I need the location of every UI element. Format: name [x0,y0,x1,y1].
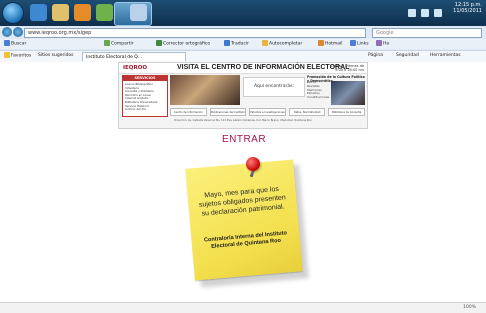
toolbar-autofill[interactable]: Autocompletar [262,40,302,49]
toolbar-mail[interactable]: Hotmail [318,40,343,49]
clock-date: 11/05/2011 [453,8,482,14]
network-icon[interactable] [408,9,416,17]
reading-room-photo [331,81,365,105]
service-item: Archivo del día [125,107,146,112]
sticky-note: Mayo, mes para que los sujetos obligados… [185,159,303,281]
toolbar-more[interactable]: Ha [376,40,389,49]
services-title: SERVICIOS [123,76,167,81]
banner-link[interactable]: Centro de Información [170,108,207,116]
media-taskbar-icon[interactable] [74,4,91,21]
toolbar-spell[interactable]: Corrector ortográfico [156,40,210,49]
ie-taskbar-icon[interactable] [30,4,47,21]
note-organization: Contraloría Interna del Instituto Electo… [203,230,288,251]
note-message: Mayo, mes para que los sujetos obligados… [198,185,287,218]
volume-icon[interactable] [421,9,429,17]
star-icon [4,52,10,58]
toolbar-share[interactable]: Compartir [104,40,134,49]
window-taskbar-icon[interactable] [130,4,147,21]
links-icon [350,40,356,46]
browser-chrome: www.ieqroo.org.mx/sigep Google Buscar Co… [0,26,486,63]
address-row: www.ieqroo.org.mx/sigep Google [0,27,486,38]
found-label: Aquí encontrarás: [243,77,305,97]
enter-link[interactable]: ENTRAR [209,134,279,145]
google-icon [4,40,10,46]
banner-link[interactable]: Publicaciones del Instituto [209,108,247,116]
web-page: IEQROO VISITA EL CENTRO DE INFORMACIÓN E… [0,62,486,312]
share-icon [104,40,110,46]
address-bar[interactable]: www.ieqroo.org.mx/sigep [24,28,366,38]
tab-title: Instituto Electoral de Q... [86,55,143,60]
banner-header: IEQROO VISITA EL CENTRO DE INFORMACIÓN E… [119,63,367,74]
more-icon [376,40,382,46]
banner-links: Centro de Información Publicaciones del … [170,108,365,116]
services-box: SERVICIOS Acervo Bibliográfico Videoteca… [122,75,168,117]
favorites-button[interactable]: Favoritos [4,52,31,61]
toolbar-search[interactable]: Buscar [4,40,26,49]
tools-menu[interactable]: Herramientas [430,52,461,60]
spellcheck-icon [156,40,162,46]
banner-footer: Dirección: Av. Calzada Veracruz No. 121 … [174,119,312,122]
safety-menu[interactable]: Seguridad [396,52,419,60]
library-photo [170,75,240,105]
windows-taskbar: 12:15 p.m. 11/05/2011 [0,0,486,26]
flag-icon[interactable] [434,9,442,17]
pushpin-icon [246,157,260,171]
banner-link[interactable]: Estudios e Investigaciones [249,108,286,116]
toolbar: Buscar Compartir Corrector ortográfico T… [0,39,486,49]
explorer-taskbar-icon[interactable] [52,4,69,21]
protect-item: Constituciones [307,95,330,100]
mail-icon [318,40,324,46]
back-button[interactable] [2,27,12,37]
banner-hours: Lunes a Viernes de 9:00 a 18:00 hrs [330,64,364,72]
ieqroo-logo: IEQROO [123,65,148,71]
autofill-icon [262,40,268,46]
info-center-banner[interactable]: IEQROO VISITA EL CENTRO DE INFORMACIÓN E… [118,62,368,129]
toolbar-translate[interactable]: Traducir [224,40,249,49]
clock[interactable]: 12:15 p.m. 11/05/2011 [453,2,482,14]
start-button[interactable] [3,3,23,23]
status-bar: 100% [0,302,486,313]
favorites-bar: Favoritos Sitios sugeridos Instituto Ele… [0,50,486,62]
app-taskbar-icon[interactable] [96,4,113,21]
forward-button[interactable] [13,27,23,37]
suggested-sites-link[interactable]: Sitios sugeridos [38,52,74,60]
toolbar-links[interactable]: Links [350,40,369,49]
services-list: Acervo Bibliográfico Videoteca Consulta … [125,82,158,112]
system-tray [408,5,442,21]
banner-link[interactable]: Datos, Normatividad [288,108,326,116]
translate-icon [224,40,230,46]
search-box[interactable]: Google [372,28,482,38]
zoom-level[interactable]: 100% [463,304,476,312]
active-tab[interactable]: Instituto Electoral de Q... [82,52,186,61]
search-placeholder: Google [376,30,394,36]
protect-list: Libros Revistas Memorias Estudios Consti… [307,80,331,100]
page-menu[interactable]: Página [368,52,383,60]
address-text: www.ieqroo.org.mx/sigep [28,30,92,36]
banner-link[interactable]: Biblioteca de Consulta [328,108,365,116]
